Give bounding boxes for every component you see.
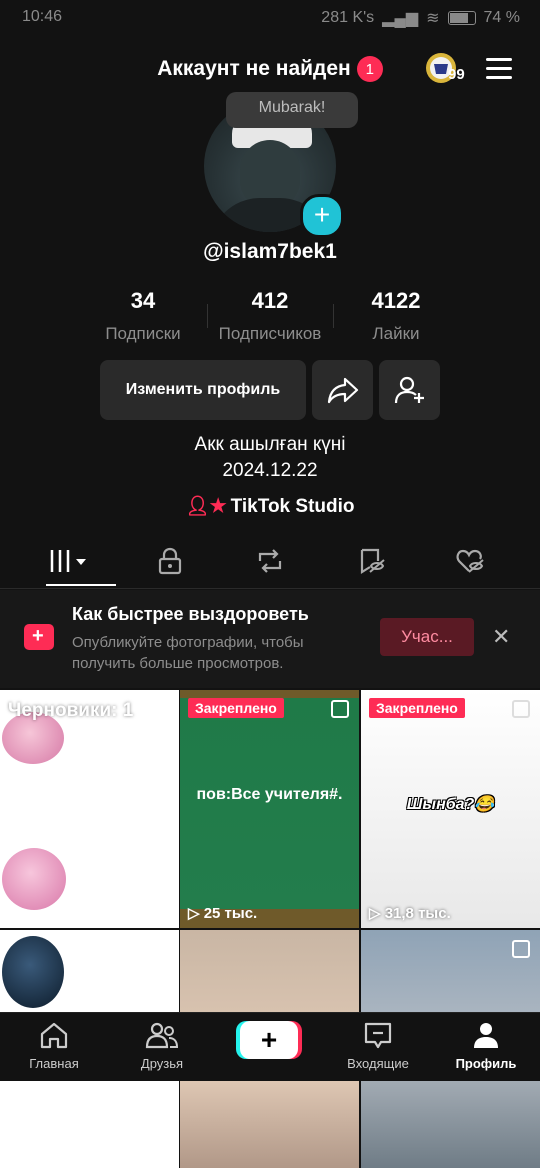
stat-likes-label: Лайки <box>372 324 420 343</box>
status-speed: 281 K's <box>321 9 375 26</box>
tab-reposts[interactable] <box>216 536 324 586</box>
video-cell[interactable]: Закреплено пов:Все учителя#. ▷ 25 тыс. <box>180 690 359 928</box>
view-count-value: 25 тыс. <box>203 905 258 922</box>
nav-inbox-label: Входящие <box>347 1056 409 1071</box>
page-title: Аккаунт не найден <box>157 57 351 80</box>
view-count-value: 31,8 тыс. <box>384 905 451 922</box>
club-badge[interactable]: 99 <box>424 50 468 86</box>
status-time: 10:46 <box>22 8 63 25</box>
camera-plus-icon: + <box>24 624 54 650</box>
close-icon[interactable]: ✕ <box>492 624 510 650</box>
emoji-sticker <box>2 848 66 910</box>
wifi-icon: ≋ <box>426 10 440 27</box>
view-count: ▷ 25 тыс. <box>188 905 258 922</box>
view-count: ▷ 31,8 тыс. <box>369 905 451 922</box>
bio-line: Акк ашылған күні <box>194 434 346 455</box>
edit-profile-button[interactable]: Изменить профиль <box>100 360 306 420</box>
tab-videos[interactable] <box>16 536 124 586</box>
avatar-bubble: Mubarak! <box>226 92 358 128</box>
status-bar: 10:46 281 K's ▂▄▆ ≋ 74 % <box>0 0 540 34</box>
grid-icon <box>50 550 86 572</box>
video-caption: пов:Все учителя#. <box>196 786 343 803</box>
banner-text-line: Опубликуйте фотографии, чтобы <box>72 634 304 651</box>
studio-icon: 👤︎★ <box>185 496 227 517</box>
nav-friends[interactable]: Друзья <box>108 1021 216 1071</box>
stat-likes-value: 4122 <box>371 288 421 313</box>
promo-banner[interactable]: + Как быстрее выздороветь Опубликуйте фо… <box>0 590 540 688</box>
signal-icon: ▂▄▆ <box>382 10 419 27</box>
bio-date: 2024.12.22 <box>222 460 318 481</box>
tab-private[interactable] <box>116 536 224 586</box>
add-avatar-icon[interactable]: + <box>300 194 344 238</box>
nav-inbox[interactable]: Входящие <box>324 1021 432 1071</box>
multi-photo-icon <box>512 940 530 958</box>
bookmark-eye-icon <box>360 548 385 574</box>
status-right: 281 K's ▂▄▆ ≋ 74 % <box>321 8 520 28</box>
repost-icon <box>258 549 282 573</box>
profile-icon <box>474 1023 498 1048</box>
share-icon <box>327 377 358 404</box>
notification-badge: 1 <box>356 56 383 82</box>
friends-icon <box>145 1022 179 1049</box>
video-caption: Шынба?😂 <box>406 796 495 813</box>
nav-friends-label: Друзья <box>140 1056 184 1071</box>
banner-text-line: получить больше просмотров. <box>72 655 284 672</box>
multi-photo-icon <box>512 700 530 718</box>
multi-photo-icon <box>331 700 349 718</box>
drafts-cell[interactable]: Черновики: 1 <box>0 690 179 928</box>
profile-bio: Акк ашылған күні 2024.12.22 <box>0 432 540 484</box>
pinned-badge: Закреплено <box>369 698 465 718</box>
studio-label: TikTok Studio <box>230 496 355 517</box>
tiktok-studio-link[interactable]: 👤︎★ TikTok Studio <box>0 494 540 518</box>
content-tabs <box>0 536 540 589</box>
banner-title: Как быстрее выздороветь <box>72 604 309 624</box>
menu-icon[interactable] <box>486 58 512 80</box>
banner-cta-button[interactable]: Учас... <box>380 618 474 656</box>
banner-text: Опубликуйте фотографии, чтобы получить б… <box>72 632 304 674</box>
lock-icon <box>158 547 182 575</box>
add-user-icon <box>394 376 424 404</box>
create-button[interactable]: + <box>240 1021 298 1059</box>
stat-likes[interactable]: 4122 Лайки <box>321 288 471 344</box>
video-cell[interactable]: Закреплено Шынба?😂 ▷ 31,8 тыс. <box>361 690 540 928</box>
inbox-icon <box>364 1022 392 1049</box>
tab-saved[interactable] <box>318 536 426 586</box>
nav-profile[interactable]: Профиль <box>432 1021 540 1071</box>
pinned-badge: Закреплено <box>188 698 284 718</box>
share-profile-button[interactable] <box>312 360 373 420</box>
add-friend-button[interactable] <box>379 360 440 420</box>
battery-icon <box>447 11 476 25</box>
heart-eye-icon <box>456 549 484 573</box>
home-icon <box>40 1022 68 1049</box>
nav-home-label: Главная <box>29 1056 79 1071</box>
nav-profile-label: Профиль <box>455 1056 517 1071</box>
badge-number: 99 <box>448 66 465 83</box>
nav-home[interactable]: Главная <box>0 1021 108 1071</box>
bottom-nav: Главная Друзья + Входящие Профиль <box>0 1012 540 1081</box>
drafts-label: Черновики: 1 <box>8 700 134 721</box>
tab-liked[interactable] <box>416 536 524 586</box>
emoji-sticker <box>2 936 64 1008</box>
battery-level: 74 % <box>483 9 520 26</box>
username: @islam7bek1 <box>203 240 337 263</box>
